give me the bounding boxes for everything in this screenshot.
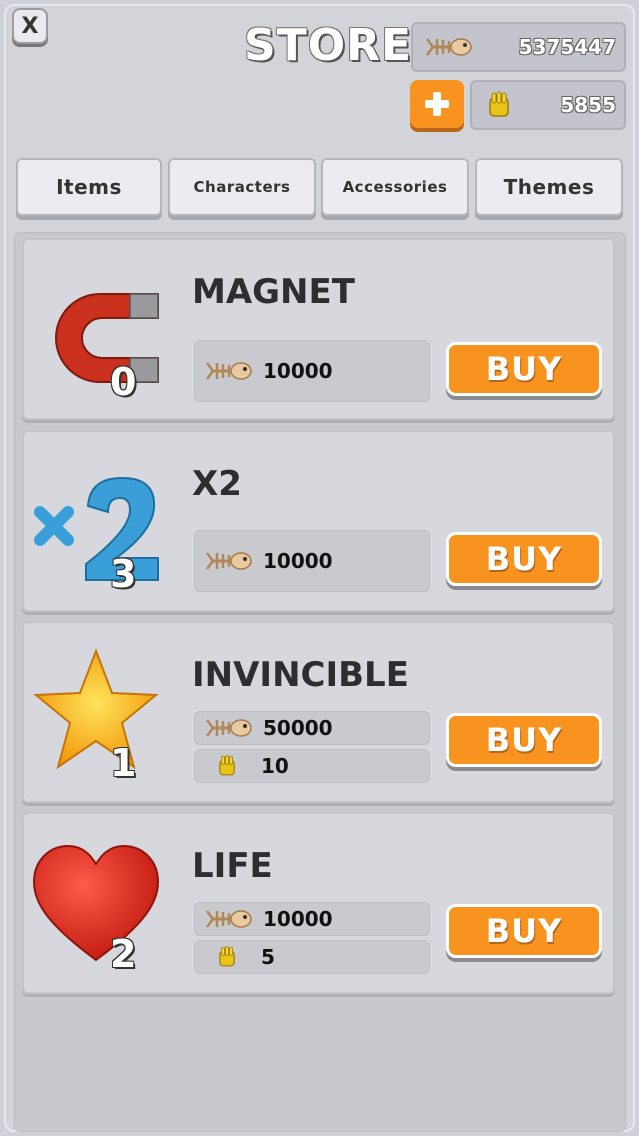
gold-icon (219, 946, 235, 967)
price-fish: 10000 (194, 902, 430, 936)
fish-bone-icon (206, 362, 252, 380)
price-fish: 10000 (194, 530, 430, 592)
item-count: 1 (110, 741, 137, 785)
price-value: 10 (261, 754, 289, 778)
buy-button[interactable]: BUY (446, 904, 602, 958)
item-name: X2 (192, 464, 242, 504)
price-value: 50000 (263, 716, 333, 740)
store-item-x2: 3 X2 10000 BUY (22, 430, 615, 612)
price-gold: 5 (194, 940, 430, 974)
price-fish: 10000 (194, 340, 430, 402)
buy-button[interactable]: BUY (446, 342, 602, 396)
fish-bone-icon (206, 719, 252, 737)
tab-items[interactable]: Items (16, 158, 162, 216)
x2-icon (30, 448, 162, 598)
fish-balance: 5375447 (411, 22, 626, 72)
price-value: 10000 (263, 359, 333, 383)
close-icon: X (21, 13, 39, 39)
item-count: 0 (110, 360, 137, 404)
fish-bone-icon (206, 552, 252, 570)
star-icon (30, 639, 162, 789)
tab-label: Items (56, 175, 122, 199)
fish-bone-icon (206, 910, 252, 928)
store-item-invincible: 1 INVINCIBLE 50000 10 BUY (22, 621, 615, 803)
magnet-icon (30, 256, 162, 406)
item-name: MAGNET (192, 272, 355, 312)
price-value: 10000 (263, 907, 333, 931)
tab-characters[interactable]: Characters (168, 158, 316, 216)
buy-button[interactable]: BUY (446, 532, 602, 586)
tab-themes[interactable]: Themes (475, 158, 623, 216)
gold-balance: 5855 (470, 80, 626, 130)
tab-label: Characters (193, 178, 291, 196)
page-title: STORE (244, 20, 413, 71)
tab-label: Themes (503, 175, 595, 199)
item-name: LIFE (192, 846, 273, 886)
gold-icon (219, 755, 235, 776)
price-value: 10000 (263, 549, 333, 573)
buy-button[interactable]: BUY (446, 713, 602, 767)
fish-bone-icon (426, 38, 472, 56)
gold-balance-value: 5855 (560, 93, 616, 117)
store-item-magnet: 0 MAGNET 10000 BUY (22, 238, 615, 420)
close-button[interactable]: X (12, 8, 48, 44)
item-count: 3 (110, 552, 137, 596)
add-currency-button[interactable] (410, 80, 464, 128)
fish-balance-value: 5375447 (518, 35, 616, 59)
price-fish: 50000 (194, 711, 430, 745)
tab-label: Accessories (342, 178, 448, 196)
item-count: 2 (110, 932, 137, 976)
price-gold: 10 (194, 749, 430, 783)
store-item-life: 2 LIFE 10000 5 BUY (22, 812, 615, 994)
heart-icon (30, 830, 162, 980)
gold-icon (489, 91, 509, 117)
item-name: INVINCIBLE (192, 655, 409, 695)
tab-accessories[interactable]: Accessories (321, 158, 469, 216)
plus-icon (425, 92, 449, 116)
price-value: 5 (261, 945, 275, 969)
